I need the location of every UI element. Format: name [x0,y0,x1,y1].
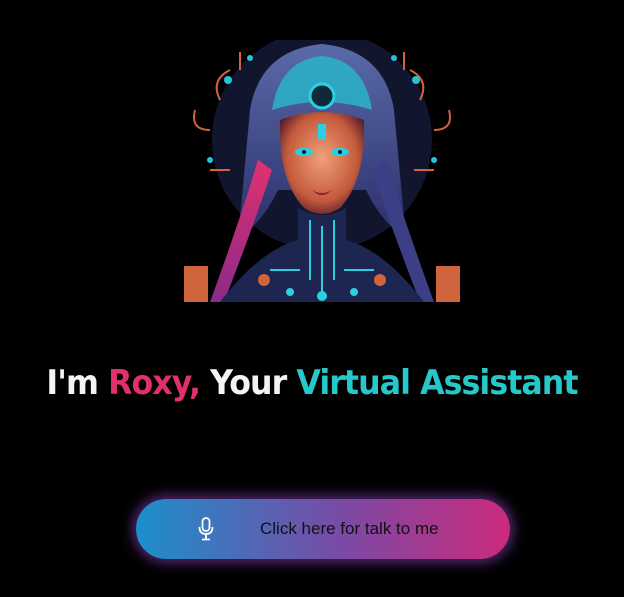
assistant-avatar-image [180,40,464,310]
headline-role: Virtual Assistant [296,363,578,403]
headline: I'm Roxy, Your Virtual Assistant [22,356,602,410]
talk-button-label: Click here for talk to me [260,519,439,538]
microphone-icon [198,517,214,541]
headline-greeting: I'm [46,363,99,403]
headline-your: Your [210,363,287,403]
talk-button[interactable]: Click here for talk to me [136,499,510,559]
app-stage: I'm Roxy, Your Virtual Assistant Click h… [0,0,624,597]
headline-assistant-name: Roxy, [108,363,201,403]
